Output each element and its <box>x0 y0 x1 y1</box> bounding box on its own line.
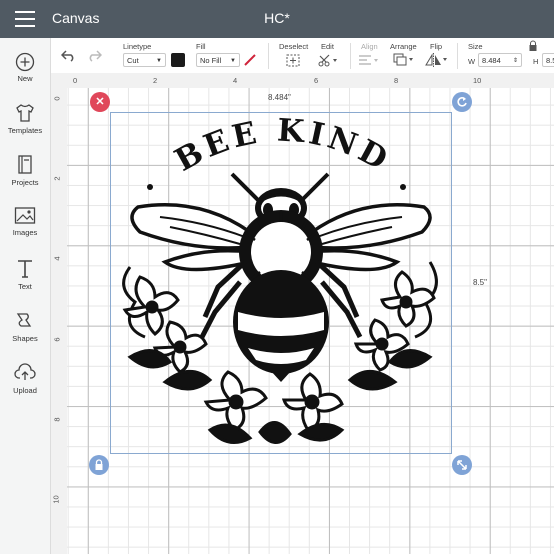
lock-ratio-icon[interactable] <box>528 40 538 52</box>
ruler-corner <box>51 73 67 88</box>
linetype-value: Cut <box>127 56 139 65</box>
rotate-icon <box>457 97 467 107</box>
edit-scissors-icon[interactable] <box>318 54 338 67</box>
edit-label: Edit <box>321 42 334 51</box>
ruler-top-label: 0 <box>73 76 78 85</box>
ruler-left: 0 2 4 6 8 10 <box>51 88 68 554</box>
ruler-left-label: 10 <box>51 495 61 504</box>
edit-toolbar: Linetype Cut ▼ Fill No Fill ▼ Deselect Edi… <box>0 38 554 74</box>
ruler-top-label: 10 <box>473 76 482 85</box>
ruler-left-label: 6 <box>52 337 62 342</box>
selection-height-label: 8.5" <box>473 278 487 287</box>
image-icon <box>14 207 36 224</box>
flip-label: Flip <box>430 42 443 51</box>
sidebar-item-shapes[interactable]: Shapes <box>0 310 50 343</box>
fill-select[interactable]: No Fill ▼ <box>196 53 240 67</box>
align-icon[interactable] <box>358 54 380 67</box>
sidebar-item-new[interactable]: New <box>0 52 50 83</box>
top-bar: Canvas HC* <box>0 0 554 38</box>
resize-arrows-icon <box>457 460 467 470</box>
linetype-label: Linetype <box>123 42 152 51</box>
ruler-left-label: 0 <box>52 96 62 101</box>
resize-handle[interactable] <box>452 455 472 475</box>
sidebar-item-label: Images <box>12 228 38 237</box>
undo-icon[interactable] <box>61 48 77 62</box>
chevron-down-icon: ▼ <box>156 58 162 64</box>
sidebar-item-label: Text <box>18 282 32 291</box>
deselect-icon[interactable] <box>286 54 300 67</box>
ruler-left-label: 2 <box>52 176 62 181</box>
deselect-label: Deselect <box>279 42 309 51</box>
align-label: Align <box>361 42 378 51</box>
height-value: 8.5 <box>546 56 554 65</box>
width-value: 8.484 <box>482 56 501 65</box>
ruler-left-label: 4 <box>52 256 62 261</box>
height-label: H <box>533 57 539 66</box>
left-sidebar: New Templates Projects Images Text Shape… <box>0 38 51 554</box>
divider <box>350 43 351 69</box>
plus-icon <box>15 52 35 72</box>
sidebar-item-label: Projects <box>11 178 39 187</box>
ruler-top-label: 6 <box>314 76 319 85</box>
ruler-top-label: 4 <box>233 76 238 85</box>
ruler-top-label: 2 <box>153 76 158 85</box>
sidebar-item-upload[interactable]: Upload <box>0 362 50 395</box>
sidebar-item-text[interactable]: Text <box>0 258 50 291</box>
stepper-icon[interactable]: ⇕ <box>513 54 518 68</box>
divider <box>268 43 269 69</box>
width-input[interactable]: 8.484 ⇕ <box>478 53 522 67</box>
height-input[interactable]: 8.5 <box>542 53 554 67</box>
arrange-icon[interactable] <box>393 53 415 67</box>
book-icon <box>18 155 32 174</box>
width-label: W <box>468 57 476 66</box>
ruler-top: 0 2 4 6 8 10 <box>67 73 554 89</box>
rotate-handle[interactable] <box>452 92 472 112</box>
ruler-top-label: 8 <box>394 76 399 85</box>
sidebar-item-label: New <box>17 74 33 83</box>
fill-label: Fill <box>196 42 206 51</box>
sidebar-item-projects[interactable]: Projects <box>0 154 50 187</box>
shapes-icon <box>16 313 32 327</box>
sidebar-item-label: Templates <box>7 126 43 135</box>
selection-width-label: 8.484" <box>268 93 291 102</box>
sidebar-item-images[interactable]: Images <box>0 206 50 237</box>
sidebar-item-label: Shapes <box>12 334 38 343</box>
linetype-select[interactable]: Cut ▼ <box>123 53 166 67</box>
arrange-label: Arrange <box>390 42 417 51</box>
size-label: Size <box>468 42 483 51</box>
fill-value: No Fill <box>200 56 222 65</box>
ruler-left-label: 8 <box>52 417 62 422</box>
sidebar-item-templates[interactable]: Templates <box>0 102 50 135</box>
redo-icon[interactable] <box>86 48 102 62</box>
upload-icon <box>14 363 36 380</box>
delete-handle[interactable]: ✕ <box>90 92 110 112</box>
lock-handle[interactable] <box>89 455 109 475</box>
text-icon <box>18 260 32 278</box>
sidebar-item-label: Upload <box>13 386 37 395</box>
shirt-icon <box>16 104 34 122</box>
flip-icon[interactable] <box>425 53 449 67</box>
no-fill-swatch-icon[interactable] <box>243 53 257 67</box>
lock-icon <box>95 459 103 470</box>
divider <box>457 43 458 69</box>
chevron-down-icon: ▼ <box>230 58 236 64</box>
linetype-color-swatch[interactable] <box>171 53 185 67</box>
project-title: HC* <box>264 10 290 26</box>
selection-bounding-box[interactable] <box>110 112 452 454</box>
